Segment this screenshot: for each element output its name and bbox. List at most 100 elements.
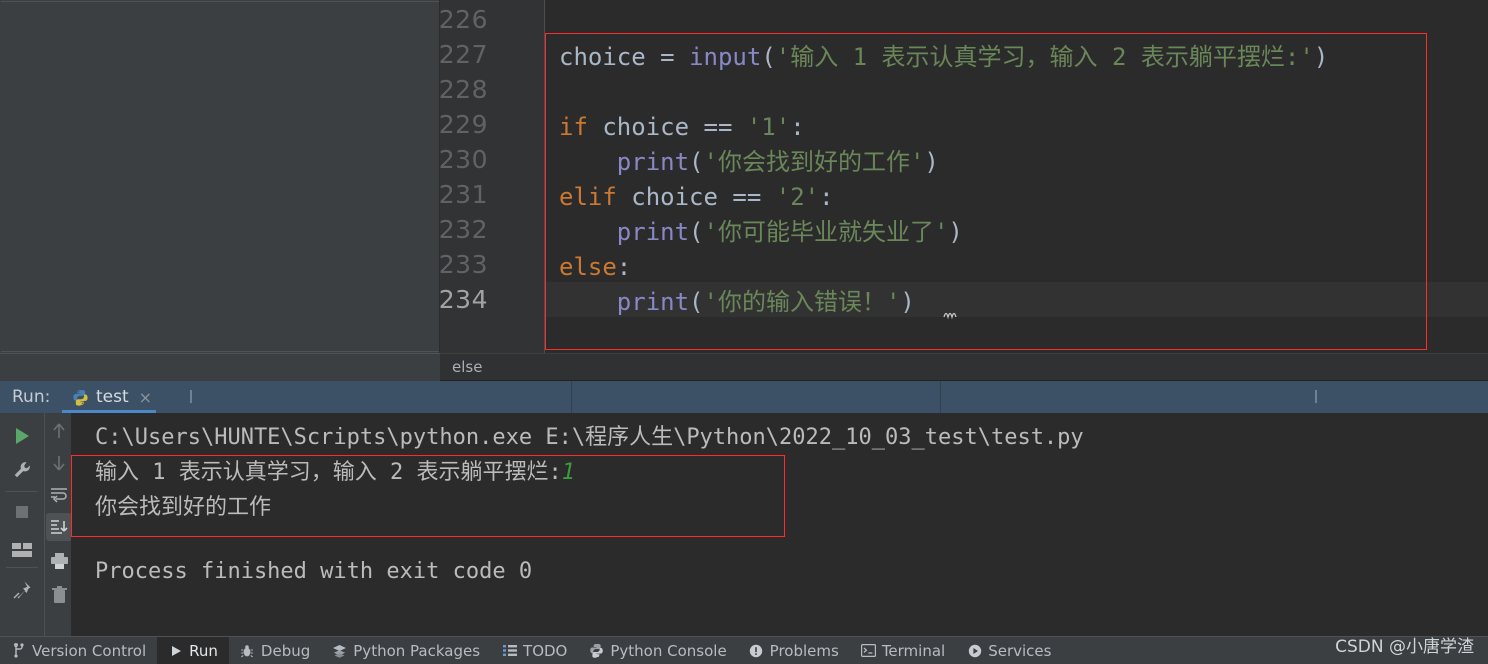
rerun-icon[interactable] (6, 421, 38, 451)
statusbar-item-debug[interactable]: Debug (229, 637, 321, 664)
statusbar-item-label: Python Packages (353, 641, 481, 660)
editor-gutter[interactable]: 226 227 228 229 230 231 232 233 234 (438, 0, 545, 353)
code-token: choice (587, 113, 704, 141)
code-token: print (616, 288, 690, 316)
code-line-229[interactable]: if choice == '1': (559, 110, 805, 145)
code-token: = (660, 43, 690, 71)
line-number-231: 231 (438, 180, 488, 209)
terminal-icon (860, 643, 876, 658)
code-token: print (616, 148, 690, 176)
statusbar-item-python-packages[interactable]: Python Packages (321, 637, 491, 664)
console-line-1: 输入 1 表示认真学习，输入 2 表示躺平摆烂:1 (95, 454, 575, 486)
code-token: elif (559, 183, 617, 211)
tabbar-separator-2 (940, 381, 941, 413)
code-token: ( (761, 43, 776, 71)
run-tab-label: test (96, 387, 129, 407)
line-number-234: 234 (438, 285, 488, 314)
branch-icon (11, 643, 26, 658)
console-text: 你会找到好的工作 (95, 495, 272, 520)
line-number-226: 226 (438, 5, 488, 34)
code-token: ( (689, 288, 704, 316)
line-number-233: 233 (438, 250, 488, 279)
pin-icon[interactable] (6, 575, 38, 605)
statusbar-item-label: Problems (769, 641, 839, 660)
code-token: ( (689, 148, 704, 176)
code-token: '2' (775, 183, 820, 211)
code-line-234[interactable]: print('你的输入错误！') (559, 285, 915, 320)
console-line-4: Process finished with exit code 0 (95, 559, 532, 584)
statusbar-item-label: Terminal (881, 641, 946, 660)
tab-overflow-handle[interactable] (1315, 390, 1317, 403)
code-token: else (559, 253, 617, 281)
print-icon[interactable] (46, 547, 72, 575)
console-output[interactable]: C:\Users\HUNTE\Scripts\python.exe E:\程序人… (71, 413, 1488, 636)
bug-icon (240, 643, 255, 658)
run-panel-label: Run: (12, 387, 51, 407)
stop-icon[interactable] (6, 497, 38, 527)
code-token: '输入 1 表示认真学习，输入 2 表示躺平摆烂:' (775, 43, 1314, 71)
list-icon (502, 643, 517, 658)
arrow-up-icon[interactable] (46, 417, 72, 445)
editor-left-empty-inner (1, 1, 439, 352)
run-tabbar: Run: test × (0, 381, 1488, 413)
code-line-227[interactable]: choice = input('输入 1 表示认真学习，输入 2 表示躺平摆烂:… (559, 40, 1328, 75)
console-line-0: C:\Users\HUNTE\Scripts\python.exe E:\程序人… (95, 419, 1084, 451)
statusbar-item-python-console[interactable]: Python Console (578, 637, 737, 664)
code-token: ) (948, 218, 963, 246)
code-token: == (732, 183, 776, 211)
layout-icon[interactable] (6, 535, 38, 565)
code-line-231[interactable]: elif choice == '2': (559, 180, 834, 215)
console-text: Process finished with exit code 0 (95, 559, 533, 584)
close-icon[interactable]: × (139, 388, 152, 407)
code-token: == (703, 113, 747, 141)
code-line-232[interactable]: print('你可能毕业就失业了') (559, 215, 963, 250)
breadcrumb-left-filler (0, 353, 440, 381)
python-icon (589, 643, 604, 658)
text-cursor-icon (943, 305, 963, 320)
code-token: '你可能毕业就失业了' (703, 218, 949, 246)
soft-wrap-icon[interactable] (46, 481, 72, 509)
status-bar: Version Control Run Debug Python Packages TO… (0, 636, 1488, 664)
arrow-down-icon[interactable] (46, 449, 72, 477)
statusbar-item-problems[interactable]: Problems (738, 637, 850, 664)
watermark: CSDN @小唐学渣 (1335, 637, 1474, 657)
code-token: choice (559, 43, 661, 71)
trash-icon[interactable] (46, 581, 72, 609)
run-toolbar-primary (0, 413, 44, 636)
code-token: : (790, 113, 805, 141)
code-token: ) (900, 288, 915, 316)
services-icon (967, 643, 982, 658)
line-number-229: 229 (438, 110, 488, 139)
statusbar-item-label: TODO (523, 641, 568, 660)
run-tab-test[interactable]: test × (60, 381, 164, 413)
breadcrumb-item-else[interactable]: else (452, 358, 482, 376)
code-line-230[interactable]: print('你会找到好的工作') (559, 145, 939, 180)
code-token: if (559, 113, 588, 141)
code-line-233[interactable]: else: (559, 250, 631, 285)
statusbar-item-services[interactable]: Services (956, 637, 1062, 664)
statusbar-item-run[interactable]: Run (157, 636, 229, 664)
line-number-228: 228 (438, 75, 488, 104)
statusbar-item-label: Services (988, 641, 1052, 660)
console-text: 输入 1 表示认真学习，输入 2 表示躺平摆烂: (95, 460, 562, 485)
scroll-to-end-icon[interactable] (46, 513, 72, 541)
code-token: input (689, 43, 762, 71)
code-token: '你会找到好的工作' (703, 148, 925, 176)
statusbar-item-label: Python Console (610, 641, 727, 660)
play-icon (168, 643, 183, 658)
code-token: ) (924, 148, 939, 176)
code-pane[interactable]: choice = input('输入 1 表示认真学习，输入 2 表示躺平摆烂:… (545, 0, 1488, 353)
tab-drag-handle[interactable] (190, 390, 192, 403)
statusbar-item-label: Run (189, 641, 218, 660)
statusbar-item-todo[interactable]: TODO (491, 637, 578, 664)
statusbar-item-label: Debug (260, 641, 311, 660)
wrench-icon[interactable] (6, 455, 38, 485)
console-user-input: 1 (561, 460, 575, 485)
statusbar-item-version-control[interactable]: Version Control (0, 637, 157, 664)
console-line-2: 你会找到好的工作 (95, 489, 271, 521)
editor-area: 226 227 228 229 230 231 232 233 234 choice = inp… (0, 0, 1488, 353)
toolbar-divider-1 (6, 491, 38, 492)
statusbar-item-terminal[interactable]: Terminal (850, 637, 956, 664)
